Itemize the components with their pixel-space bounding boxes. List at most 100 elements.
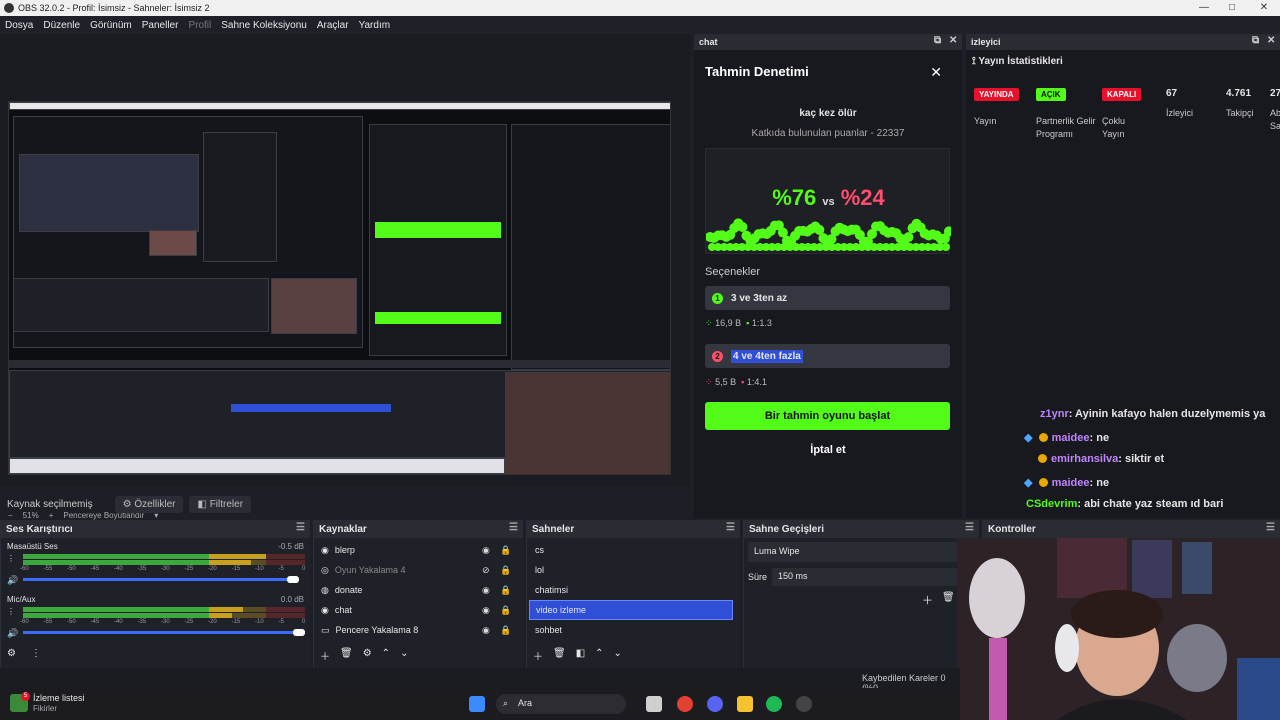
folder-icon[interactable] (737, 696, 753, 712)
filters-button[interactable]: ◧ Filtreler (189, 495, 252, 513)
eye-off-icon[interactable]: ⊘ (482, 565, 490, 576)
menu-paneller[interactable]: Paneller (142, 20, 179, 31)
chat-message: z1ynr: Ayinin kafayo halen duzelymemis y… (1040, 408, 1265, 420)
option-label: 4 ve 4ten fazla (731, 349, 803, 363)
menu-icon[interactable]: ☰ (509, 522, 518, 533)
scene-item[interactable]: sohbet (529, 620, 733, 640)
nested-webcam-3 (505, 372, 670, 474)
volume-slider[interactable] (23, 631, 305, 634)
lock-icon[interactable]: 🔒 (500, 545, 511, 556)
menu-profil[interactable]: Profil (188, 20, 211, 31)
scene-item[interactable]: video izleme (529, 600, 733, 620)
eye-icon[interactable]: ◉ (482, 545, 490, 556)
source-item[interactable]: ◎ Oyun Yakalama 4 ⊘ 🔒 (314, 560, 524, 580)
lock-icon[interactable]: 🔒 (500, 605, 511, 616)
add-icon[interactable]: ＋ (922, 592, 933, 608)
menu-duzenle[interactable]: Düzenle (43, 20, 80, 31)
menu-icon[interactable]: ☰ (296, 522, 305, 533)
spotify-icon[interactable] (766, 696, 782, 712)
option-2[interactable]: 2 4 ve 4ten fazla (705, 344, 950, 368)
volume-handle[interactable] (293, 629, 305, 636)
gear-icon: ⚙ (122, 498, 135, 510)
meter-tick: -10 (255, 566, 264, 572)
scene-item[interactable]: lol (529, 560, 733, 580)
chat-dock: chat ⧉ ✕ Tahmin Denetimi ✕ kaç kez ölür … (694, 34, 962, 518)
speaker-icon[interactable]: 🔊 (7, 575, 18, 586)
duration-input[interactable]: 150 ms (772, 568, 958, 586)
panel-title: Ses Karıştırıcı (6, 523, 73, 535)
more-icon[interactable]: ⋮ (7, 607, 15, 616)
eye-icon[interactable]: ◉ (482, 625, 490, 636)
eye-icon[interactable]: ◉ (482, 605, 490, 616)
menu-yardim[interactable]: Yardım (359, 20, 391, 31)
cancel-button[interactable]: İptal et (694, 444, 962, 456)
discord-icon[interactable] (707, 696, 723, 712)
filter-icon[interactable]: ◧ (576, 648, 585, 663)
option-1[interactable]: 1 3 ve 3ten az (705, 286, 950, 310)
option-ratio: 1:1.3 (751, 318, 772, 328)
chevron-down-icon[interactable]: ⌄ (400, 648, 408, 663)
float-icon[interactable]: ⧉ (934, 35, 941, 46)
chevron-up-icon[interactable]: ⌃ (382, 648, 390, 663)
lock-icon[interactable]: 🔒 (500, 625, 511, 636)
close-icon[interactable]: ✕ (1267, 35, 1275, 46)
stat-label: Abo Say (1270, 108, 1280, 131)
filters-label: Filtreler (209, 498, 244, 510)
chevron-up-icon[interactable]: ⌃ (595, 648, 603, 663)
preview-area[interactable]: − 51% + Pencereye Boyutlandır ▾ (0, 34, 690, 520)
close-icon[interactable]: ✕ (930, 64, 942, 81)
obs-logo-icon (4, 3, 14, 13)
search-box[interactable]: Ara (496, 694, 626, 714)
option-2-stats: ⁘ 5,5 B ▪ 1:4.1 (705, 377, 767, 388)
chevron-down-icon[interactable]: ⌄ (614, 648, 622, 663)
maximize-button[interactable]: □ (1216, 0, 1248, 16)
start-prediction-button[interactable]: Bir tahmin oyunu başlat (705, 402, 950, 430)
channel-db: -0.5 dB (278, 542, 304, 551)
file-explorer-icon[interactable] (646, 696, 662, 712)
settings-icon[interactable]: ⚙ (7, 648, 16, 659)
ratio-icon: ▪ (741, 377, 745, 387)
scene-item[interactable]: cs (529, 540, 733, 560)
windows-start-icon[interactable] (469, 696, 485, 712)
trash-icon[interactable]: 🗑 (553, 648, 566, 663)
menu-icon[interactable]: ☰ (965, 522, 974, 533)
chat-dock-header: chat ⧉ ✕ (694, 34, 962, 50)
add-icon[interactable]: ＋ (533, 648, 543, 663)
chrome-icon[interactable] (677, 696, 693, 712)
menu-gorunum[interactable]: Görünüm (90, 20, 132, 31)
lock-icon[interactable]: 🔒 (500, 585, 511, 596)
lock-icon[interactable]: 🔒 (500, 565, 511, 576)
obs-icon[interactable] (796, 696, 812, 712)
add-icon[interactable]: ＋ (320, 648, 330, 663)
points-icon: ⁘ (705, 377, 713, 387)
more-icon[interactable]: ⋮ (7, 554, 15, 563)
volume-handle[interactable] (287, 576, 299, 583)
transition-select[interactable]: Luma Wipe (748, 542, 958, 562)
menu-icon[interactable]: ☰ (1266, 522, 1275, 533)
source-type-icon: ◍ (321, 584, 329, 595)
close-icon[interactable]: ✕ (949, 35, 957, 46)
float-icon[interactable]: ⧉ (1252, 35, 1259, 46)
source-item[interactable]: ◍ donate ◉ 🔒 (314, 580, 524, 600)
scene-label: cs (535, 545, 544, 555)
scene-label: video izleme (536, 605, 587, 615)
speaker-icon[interactable]: 🔊 (7, 628, 18, 639)
source-item[interactable]: ◉ blerp ◉ 🔒 (314, 540, 524, 560)
scene-item[interactable]: chatimsi (529, 580, 733, 600)
trash-icon[interactable]: 🗑 (942, 592, 955, 603)
menu-icon[interactable]: ☰ (726, 522, 735, 533)
menu-sahne-koleksiyonu[interactable]: Sahne Koleksiyonu (221, 20, 307, 31)
menu-araclar[interactable]: Araçlar (317, 20, 349, 31)
trash-icon[interactable]: 🗑 (340, 648, 353, 663)
volume-slider[interactable] (23, 578, 297, 581)
preview-canvas[interactable] (8, 101, 671, 475)
close-button[interactable]: ✕ (1248, 0, 1280, 16)
source-item[interactable]: ▭ Pencere Yakalama 8 ◉ 🔒 (314, 620, 524, 640)
source-item[interactable]: ◉ chat ◉ 🔒 (314, 600, 524, 620)
eye-icon[interactable]: ◉ (482, 585, 490, 596)
more-icon[interactable]: ⋮ (31, 648, 41, 659)
properties-button[interactable]: ⚙ Özellikler (114, 495, 184, 513)
gear-icon[interactable]: ⚙ (363, 648, 372, 663)
menu-dosya[interactable]: Dosya (5, 20, 33, 31)
watchlist-subtitle: Fikirler (33, 704, 57, 713)
